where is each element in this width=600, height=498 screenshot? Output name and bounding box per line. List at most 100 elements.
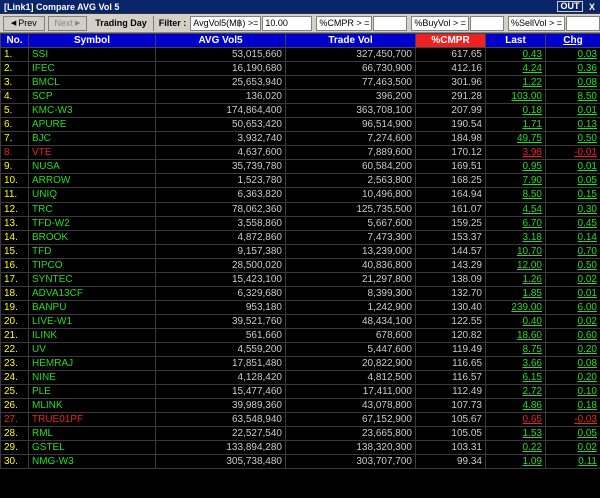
change-cell[interactable]: 0.50 [545, 257, 600, 273]
table-row[interactable]: 13. TFD-W2 3,558,860 5,667,600 159.25 6.70 0.4… [0, 215, 600, 231]
table-row[interactable]: 28. RML 22,527,540 23,665,800 105.05 1.53 0.05 [0, 426, 600, 442]
last-price-cell[interactable]: 6.15 [485, 370, 546, 386]
symbol-cell[interactable]: LIVE-W1 [28, 313, 156, 329]
symbol-cell[interactable]: GSTEL [28, 440, 156, 456]
last-price-cell[interactable]: 6.70 [485, 215, 546, 231]
last-price-cell[interactable]: 18.60 [485, 327, 546, 343]
column-header-no[interactable]: No. [0, 33, 29, 48]
symbol-cell[interactable]: SSI [28, 46, 156, 63]
symbol-cell[interactable]: VTE [28, 145, 156, 161]
table-row[interactable]: 14. BROOK 4,872,860 7,473,300 153.37 3.18 0.14 [0, 229, 600, 245]
last-price-cell[interactable]: 1.26 [485, 271, 546, 287]
table-row[interactable]: 20. LIVE-W1 39,521,760 48,434,100 122.55 0.40… [0, 313, 600, 329]
table-row[interactable]: 11. UNIQ 6,363,820 10,496,800 164.94 8.50 0.15 [0, 187, 600, 203]
last-price-cell[interactable]: 1.85 [485, 285, 546, 301]
symbol-cell[interactable]: SYNTEC [28, 271, 156, 287]
symbol-cell[interactable]: NUSA [28, 159, 156, 175]
table-row[interactable]: 19. BANPU 953,180 1,242,900 130.40 239.00 6.00 [0, 299, 600, 315]
trading-day-label[interactable]: Trading Day [95, 18, 147, 28]
column-header-chg[interactable]: Chg [545, 33, 600, 48]
change-cell[interactable]: 0.14 [545, 229, 600, 245]
change-cell[interactable]: 0.60 [545, 327, 600, 343]
symbol-cell[interactable]: SCP [28, 89, 156, 105]
last-price-cell[interactable]: 1.71 [485, 117, 546, 133]
last-price-cell[interactable]: 49.75 [485, 131, 546, 147]
symbol-cell[interactable]: IFEC [28, 61, 156, 77]
change-cell[interactable]: 0.70 [545, 243, 600, 259]
symbol-cell[interactable]: TIPCO [28, 257, 156, 273]
table-row[interactable]: 22. UV 4,559,200 5,447,600 119.49 8.75 0.20 [0, 341, 600, 358]
change-cell[interactable]: 0.05 [545, 426, 600, 442]
table-row[interactable]: 9. NUSA 35,739,780 60,584,200 169.51 0.95 0.01 [0, 159, 600, 175]
last-price-cell[interactable]: 0.40 [485, 313, 546, 329]
symbol-cell[interactable]: KMC-W3 [28, 103, 156, 119]
table-row[interactable]: 1. SSI 53,015,660 327,450,700 617.65 0.43 0.03 [0, 46, 600, 63]
table-row[interactable]: 21. ILINK 561,660 678,600 120.82 18.60 0.60 [0, 327, 600, 343]
out-button[interactable]: OUT [557, 1, 583, 12]
change-cell[interactable]: 0.08 [545, 356, 600, 372]
last-price-cell[interactable]: 1.53 [485, 426, 546, 442]
last-price-cell[interactable]: 8.75 [485, 341, 546, 358]
table-row[interactable]: 10. ARROW 1,523,780 2,563,800 168.25 7.90 0.05 [0, 173, 600, 189]
symbol-cell[interactable]: NINE [28, 370, 156, 386]
table-row[interactable]: 3. BMCL 25,653,940 77,463,500 301.96 1.22 0.08 [0, 75, 600, 91]
table-row[interactable]: 4. SCP 136,020 396,200 291.28 103.00 8.50 [0, 89, 600, 105]
change-cell[interactable]: 0.08 [545, 75, 600, 91]
last-price-cell[interactable]: 0.22 [485, 440, 546, 456]
change-cell[interactable]: 0.02 [545, 313, 600, 329]
table-row[interactable]: 24. NINE 4,128,420 4,812,500 116.57 6.15 0.20 [0, 370, 600, 386]
column-header-trade-vol[interactable]: Trade Vol [285, 33, 416, 48]
symbol-cell[interactable]: TRUE01PF [28, 412, 156, 428]
last-price-cell[interactable]: 8.50 [485, 187, 546, 203]
table-row[interactable]: 12. TRC 78,062,360 125,735,500 161.07 4.54 0.3… [0, 201, 600, 217]
last-price-cell[interactable]: 4.24 [485, 61, 546, 77]
symbol-cell[interactable]: RML [28, 426, 156, 442]
last-price-cell[interactable]: 1.22 [485, 75, 546, 91]
symbol-cell[interactable]: MLINK [28, 398, 156, 414]
last-price-cell[interactable]: 239.00 [485, 299, 546, 315]
change-cell[interactable]: 0.05 [545, 173, 600, 189]
last-price-cell[interactable]: 10.70 [485, 243, 546, 259]
symbol-cell[interactable]: TRC [28, 201, 156, 217]
table-row[interactable]: 8. VTE 4,637,600 7,889,600 170.12 3.98 -0.01 [0, 145, 600, 161]
change-cell[interactable]: 0.50 [545, 131, 600, 147]
symbol-cell[interactable]: NMG-W3 [28, 454, 156, 470]
change-cell[interactable]: 0.02 [545, 440, 600, 456]
symbol-cell[interactable]: UV [28, 341, 156, 358]
table-row[interactable]: 23. HEMRAJ 17,851,480 20,822,900 116.65 3.66 0… [0, 356, 600, 372]
table-row[interactable]: 29. GSTEL 133,894,280 138,320,300 103.31 0.22… [0, 440, 600, 456]
column-header-symbol[interactable]: Symbol [28, 33, 156, 48]
table-row[interactable]: 16. TIPCO 28,500,020 40,836,800 143.29 12.00 0… [0, 257, 600, 273]
symbol-cell[interactable]: BROOK [28, 229, 156, 245]
table-row[interactable]: 27. TRUE01PF 63,548,940 67,152,900 105.67 0.6… [0, 412, 600, 428]
symbol-cell[interactable]: BJC [28, 131, 156, 147]
symbol-cell[interactable]: UNIQ [28, 187, 156, 203]
table-row[interactable]: 26. MLINK 39,989,360 43,078,800 107.73 4.86 0.… [0, 398, 600, 414]
table-row[interactable]: 6. APURE 50,653,420 96,514,900 190.54 1.71 0.1… [0, 117, 600, 133]
change-cell[interactable]: 8.50 [545, 89, 600, 105]
last-price-cell[interactable]: 4.86 [485, 398, 546, 414]
last-price-cell[interactable]: 4.54 [485, 201, 546, 217]
last-price-cell[interactable]: 3.98 [485, 145, 546, 161]
buyvol-filter-input[interactable] [469, 15, 504, 31]
change-cell[interactable]: 0.02 [545, 271, 600, 287]
symbol-cell[interactable]: PLE [28, 384, 156, 400]
last-price-cell[interactable]: 12.00 [485, 257, 546, 273]
change-cell[interactable]: 0.01 [545, 103, 600, 119]
change-cell[interactable]: 0.20 [545, 370, 600, 386]
change-cell[interactable]: 0.36 [545, 61, 600, 77]
table-row[interactable]: 5. KMC-W3 174,864,400 363,708,100 207.99 0.18… [0, 103, 600, 119]
last-price-cell[interactable]: 2.72 [485, 384, 546, 400]
symbol-cell[interactable]: ADVA13CF [28, 285, 156, 301]
change-cell[interactable]: 0.01 [545, 285, 600, 301]
change-cell[interactable]: 0.15 [545, 187, 600, 203]
last-price-cell[interactable]: 0.43 [485, 46, 546, 63]
table-row[interactable]: 18. ADVA13CF 6,329,680 8,399,300 132.70 1.85 0… [0, 285, 600, 301]
close-icon[interactable]: X [586, 2, 598, 12]
change-cell[interactable]: 0.13 [545, 117, 600, 133]
sellvol-filter-input[interactable] [565, 15, 600, 31]
prev-button[interactable]: ◀ Prev [3, 15, 45, 31]
column-header-cmpr[interactable]: %CMPR [415, 33, 486, 48]
symbol-cell[interactable]: ILINK [28, 327, 156, 343]
change-cell[interactable]: 0.20 [545, 341, 600, 358]
